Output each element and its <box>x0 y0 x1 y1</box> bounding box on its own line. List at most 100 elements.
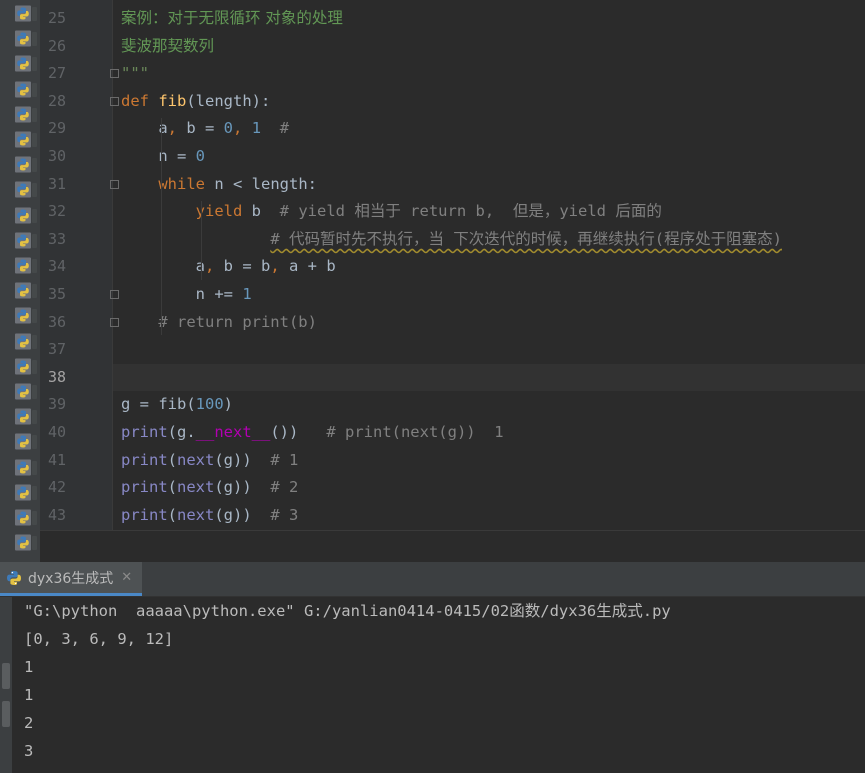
python-file-icon[interactable] <box>15 4 37 24</box>
code-line[interactable]: yield b # yield 相当于 return b, 但是，yield 后… <box>113 198 865 225</box>
console-output[interactable]: "G:\python aaaaa\python.exe" G:/yanlian0… <box>0 597 865 773</box>
run-tool-window: dyx36生成式 ✕ "G:\python aaaaa\python.exe" … <box>0 562 865 773</box>
code-line[interactable]: print(next(g)) # 1 <box>113 447 865 474</box>
code-line[interactable]: # 代码暂时先不执行，当 下次迭代的时候，再继续执行(程序处于阻塞态) <box>113 226 865 253</box>
code-token: # return print(b) <box>121 312 317 331</box>
python-file-icon[interactable] <box>15 281 37 301</box>
line-number: 25 <box>48 9 67 27</box>
code-editor[interactable]: 25 26 27 28 29 30 31 32 33 34 35 36 37 38 39 40 41 42 43 案… <box>0 0 865 562</box>
line-number: 32 <box>48 202 67 221</box>
code-token: (g)) <box>214 450 252 469</box>
line-number: 27 <box>48 64 67 83</box>
code-line[interactable]: g = fib(100) <box>113 391 865 418</box>
code-token: a + b <box>289 257 336 276</box>
code-line[interactable]: # return print(b) <box>113 309 865 336</box>
code-token: (g)) <box>214 505 252 524</box>
code-token: # 2 <box>251 478 299 497</box>
python-file-icon[interactable] <box>15 256 37 276</box>
code-token: n < length: <box>214 174 317 193</box>
code-token: ) <box>223 395 233 414</box>
console-side-toolbar <box>0 597 12 773</box>
line-number: 31 <box>48 174 67 193</box>
code-token: , <box>205 257 224 276</box>
code-line[interactable]: while n < length: <box>113 171 865 198</box>
code-token: __next__ <box>195 423 271 441</box>
code-line[interactable]: a, b = b, a + b <box>113 253 865 280</box>
line-number: 42 <box>48 478 67 497</box>
python-file-icon[interactable] <box>15 357 37 377</box>
python-file-icon[interactable] <box>15 54 37 74</box>
python-file-icon[interactable] <box>15 332 37 352</box>
code-token: n = <box>121 147 196 165</box>
python-file-icon[interactable] <box>15 180 37 200</box>
code-line[interactable] <box>113 363 865 391</box>
code-line[interactable]: a, b = 0, 1 # <box>113 115 865 142</box>
code-line[interactable]: 斐波那契数列 <box>113 33 865 60</box>
line-number: 35 <box>48 285 67 303</box>
line-number: 40 <box>48 423 67 441</box>
code-line[interactable] <box>113 336 865 363</box>
line-number: 38 <box>48 367 67 386</box>
python-file-icon[interactable] <box>15 105 37 125</box>
python-file-icon[interactable] <box>15 533 37 553</box>
code-token: , <box>167 119 187 138</box>
console-toolbar-button[interactable] <box>2 701 10 727</box>
code-token: # yield <box>261 202 355 221</box>
code-token: yield <box>559 202 616 221</box>
code-token: 0 <box>223 119 234 138</box>
run-tab-label: dyx36生成式 <box>28 570 114 587</box>
code-token: 0 <box>195 147 205 165</box>
console-toolbar-button[interactable] <box>2 663 10 689</box>
code-token: b = <box>186 119 224 138</box>
code-token: ( <box>167 450 178 469</box>
python-file-icon[interactable] <box>15 432 37 452</box>
run-tab[interactable]: dyx36生成式 ✕ <box>0 562 143 596</box>
python-file-icon[interactable] <box>15 458 37 478</box>
code-line[interactable]: n = 0 <box>113 143 865 170</box>
code-token: b = b <box>223 257 271 276</box>
code-line[interactable]: """ <box>113 60 865 87</box>
code-line[interactable]: print(next(g)) # 3 <box>113 502 865 529</box>
python-file-icon[interactable] <box>15 508 37 528</box>
python-file-icon[interactable] <box>15 407 37 427</box>
code-token: 100 <box>195 395 224 414</box>
code-token: b <box>251 202 261 221</box>
code-token: print <box>121 505 168 524</box>
code-token: , <box>233 119 252 138</box>
code-token: # print(next(g)) 1 <box>298 423 504 441</box>
python-file-icon[interactable] <box>15 29 37 49</box>
code-token: print <box>121 478 168 497</box>
line-number: 29 <box>48 119 67 138</box>
code-token: next <box>177 478 215 497</box>
python-file-icon[interactable] <box>15 382 37 402</box>
code-token: , <box>270 257 290 276</box>
close-icon[interactable]: ✕ <box>121 570 132 585</box>
python-file-icon[interactable] <box>15 155 37 175</box>
indent-guide <box>201 201 202 280</box>
python-file-icon[interactable] <box>15 231 37 251</box>
code-token: def <box>121 91 159 110</box>
python-file-icon[interactable] <box>15 483 37 503</box>
code-token: 斐波那契数列 <box>121 36 215 55</box>
code-line[interactable]: print(next(g)) # 2 <box>113 474 865 501</box>
code-token: print <box>121 423 168 441</box>
python-file-icon[interactable] <box>15 306 37 326</box>
line-number: 39 <box>48 395 67 414</box>
python-file-icon[interactable] <box>15 206 37 226</box>
code-token: 相当于 <box>354 202 401 221</box>
python-file-icon[interactable] <box>15 130 37 150</box>
python-file-icon[interactable] <box>15 80 37 100</box>
code-line[interactable]: def fib(length): <box>113 88 865 115</box>
line-number: 37 <box>48 340 67 359</box>
code-token: fib <box>158 91 187 110</box>
indent-guide <box>161 118 162 336</box>
code-line[interactable]: print(g.__next__()) # print(next(g)) 1 <box>113 419 865 446</box>
code-line[interactable]: n += 1 <box>113 281 865 308</box>
code-line[interactable]: 案例：对于无限循环 对象的处理 <box>113 5 865 32</box>
line-number: 36 <box>48 312 67 331</box>
code-token: yield <box>195 202 252 221</box>
code-area[interactable]: 案例：对于无限循环 对象的处理斐波那契数列 """ def fib(length):… <box>113 0 865 530</box>
line-number: 34 <box>48 257 67 276</box>
